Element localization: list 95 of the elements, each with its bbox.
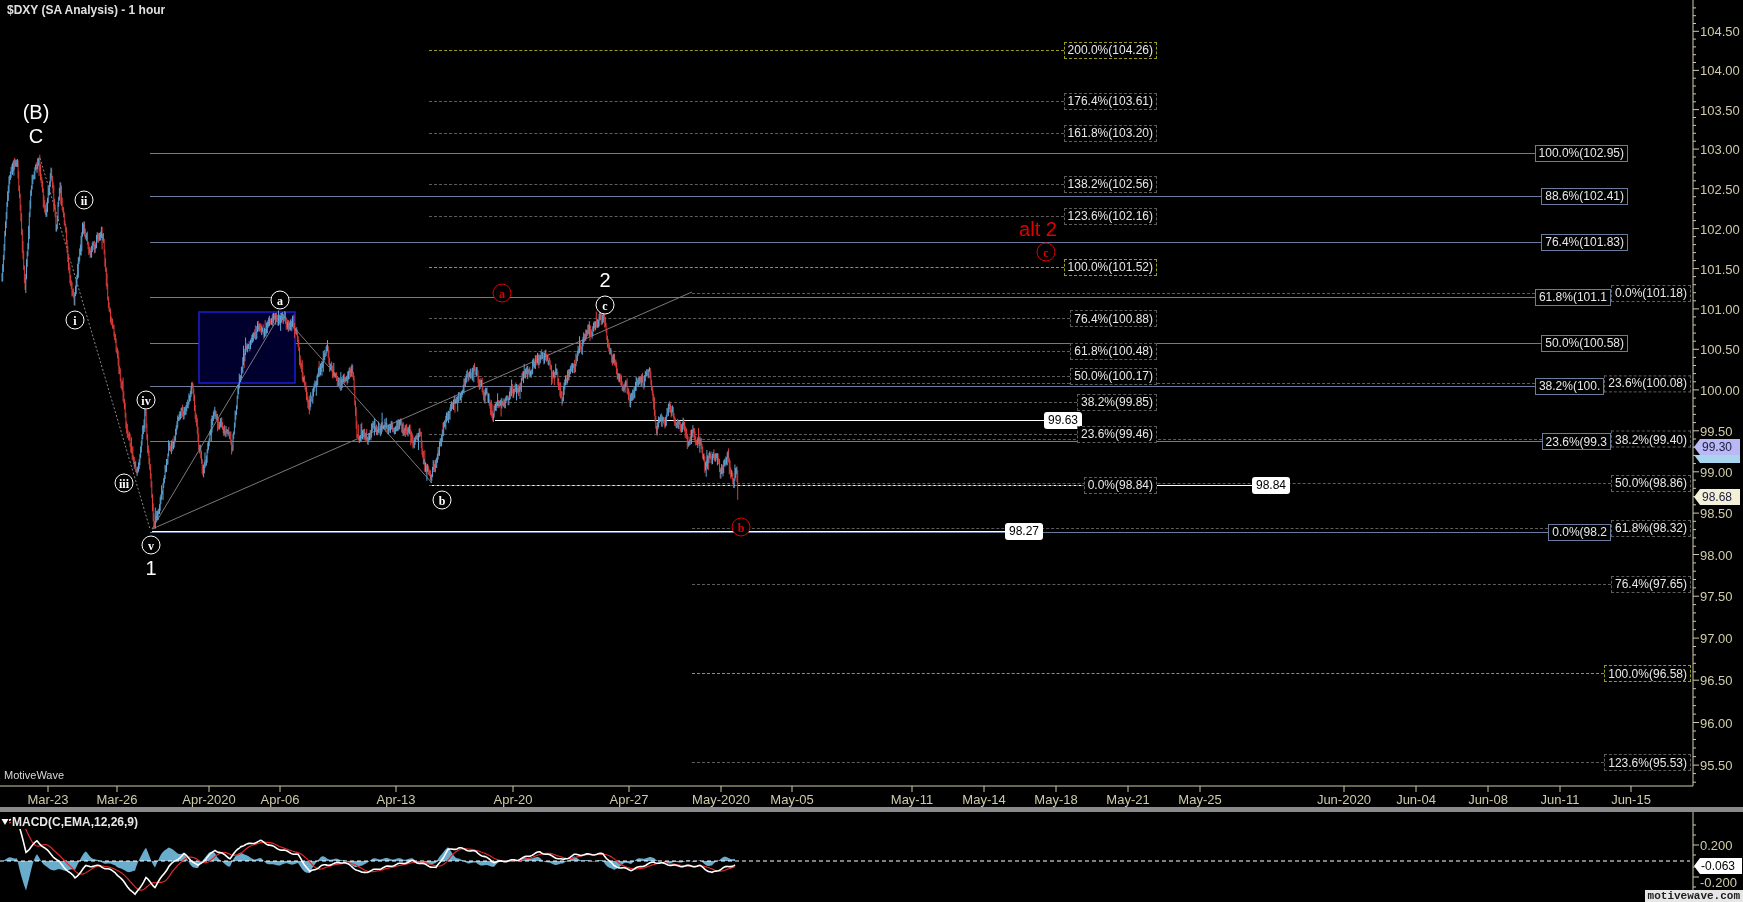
- price-axis-label: 104.00: [1700, 63, 1740, 77]
- fib-level-label: 38.2%(99.85): [1076, 393, 1157, 411]
- time-axis-label: Jun-08: [1468, 793, 1508, 806]
- wave-label: C: [28, 126, 44, 146]
- fib-level-label: 38.2%(99.40): [1610, 430, 1691, 448]
- wave-label: iii: [114, 473, 134, 493]
- fib-level-label: 200.0%(104.26): [1063, 41, 1157, 59]
- wave-label: 2: [599, 270, 611, 290]
- wave-label: c: [595, 295, 615, 315]
- time-axis-label: Jun-2020: [1316, 793, 1372, 806]
- price-axis-label: 100.50: [1700, 342, 1740, 356]
- brand-label: MotiveWave: [4, 770, 65, 781]
- wave-label: b: [432, 490, 452, 510]
- fib-level-label: 100.0%(102.95): [1534, 144, 1628, 162]
- time-axis-label: May-14: [962, 793, 1006, 806]
- time-axis-label: Jun-15: [1611, 793, 1651, 806]
- chart-title: $DXY (SA Analysis) - 1 hour: [7, 4, 166, 16]
- price-axis-label: 101.50: [1700, 262, 1740, 276]
- price-axis-label: 95.50: [1700, 758, 1733, 772]
- wave-label: c: [1036, 242, 1056, 262]
- wave-label: ii: [74, 190, 94, 210]
- time-axis-label: Apr-06: [260, 793, 300, 806]
- time-axis-label: Jun-11: [1540, 793, 1580, 806]
- price-level-label: 99.63: [1043, 411, 1082, 429]
- fib-level-label: 123.6%(95.53): [1604, 754, 1691, 771]
- fib-level-label: 50.0%(100.58): [1541, 334, 1628, 352]
- fib-level-label: 138.2%(102.56): [1063, 175, 1157, 193]
- time-axis-label: May-05: [770, 793, 814, 806]
- price-level-label: 98.84: [1251, 476, 1290, 494]
- wave-label: iv: [136, 390, 156, 410]
- time-axis-label: Mar-26: [96, 793, 138, 806]
- price-axis-label: 102.50: [1700, 182, 1740, 196]
- price-axis-label: 99.00: [1700, 465, 1733, 479]
- wave-label: a: [492, 283, 512, 303]
- fib-level-label: 50.0%(100.17): [1070, 367, 1157, 385]
- fib-level-label: 0.0%(98.2: [1548, 523, 1611, 541]
- price-axis-label: 96.50: [1700, 673, 1733, 687]
- price-axis-label: 101.00: [1700, 302, 1740, 316]
- fib-level-label: 0.0%(101.18): [1610, 284, 1691, 302]
- fib-level-label: 23.6%(99.3: [1541, 433, 1611, 450]
- wave-label: v: [141, 535, 161, 555]
- price-axis-label: 102.00: [1700, 222, 1740, 236]
- wave-label: b: [731, 517, 751, 537]
- time-axis-label: May-21: [1106, 793, 1150, 806]
- watermark-badge: motivewave.com: [1644, 890, 1743, 902]
- time-axis-label: Mar-23: [27, 793, 69, 806]
- time-axis-label: May-2020: [692, 793, 750, 806]
- price-tag: 99.30: [1694, 439, 1740, 455]
- time-axis-label: Apr-13: [376, 793, 416, 806]
- price-level-label: 98.27: [1004, 522, 1043, 540]
- price-axis-label: 97.50: [1700, 589, 1733, 603]
- macd-title: MACD(C,EMA,12,26,9): [11, 815, 140, 829]
- macd-axis-label: 0.200: [1700, 838, 1733, 852]
- fib-level-label: 88.6%(102.41): [1541, 187, 1628, 205]
- fib-level-label: 76.4%(97.65): [1610, 575, 1691, 593]
- fib-level-label: 61.8%(100.48): [1070, 342, 1157, 360]
- fib-level-label: 123.6%(102.16): [1063, 207, 1157, 225]
- fib-level-label: 100.0%(101.52): [1063, 258, 1157, 276]
- fib-level-label: 61.8%(101.1: [1534, 288, 1611, 306]
- price-axis-label: 98.00: [1700, 548, 1733, 561]
- fib-level-label: 176.4%(103.61): [1063, 92, 1157, 110]
- time-axis-label: May-11: [890, 793, 934, 806]
- wave-label: alt 2: [1019, 219, 1057, 239]
- price-axis-label: 103.00: [1700, 142, 1740, 156]
- time-axis-label: Jun-04: [1396, 793, 1436, 806]
- fib-level-label: 38.2%(100.: [1534, 377, 1605, 395]
- time-axis-label: May-18: [1034, 793, 1078, 806]
- price-axis-label: 103.50: [1700, 103, 1740, 117]
- fib-level-label: 50.0%(98.86): [1610, 474, 1691, 492]
- wave-label: a: [270, 290, 290, 310]
- fib-level-label: 76.4%(100.88): [1070, 310, 1157, 327]
- time-axis-label: May-25: [1178, 793, 1222, 806]
- macd-axis-label: -0.200: [1700, 875, 1737, 889]
- macd-value-tag: -0.063: [1694, 858, 1742, 874]
- price-axis-label: 96.00: [1700, 716, 1733, 729]
- wave-label: 1: [145, 558, 157, 578]
- fib-level-label: 61.8%(98.32): [1610, 519, 1691, 537]
- time-axis-label: Apr-2020: [182, 793, 236, 806]
- price-axis-label: 104.50: [1700, 24, 1740, 38]
- price-tag-icon: [1694, 455, 1740, 463]
- fib-level-label: 76.4%(101.83): [1541, 233, 1628, 251]
- wave-label: (B): [22, 102, 50, 122]
- fib-level-label: 100.0%(96.58): [1604, 665, 1691, 682]
- price-axis-label: 99.50: [1700, 424, 1733, 438]
- fib-level-label: 161.8%(103.20): [1063, 124, 1157, 142]
- fib-level-label: 23.6%(100.08): [1604, 374, 1691, 392]
- fib-level-label: 0.0%(98.84): [1083, 476, 1157, 494]
- time-axis-label: Apr-20: [493, 793, 533, 806]
- wave-label: i: [65, 310, 85, 330]
- price-axis-label: 97.00: [1700, 631, 1733, 645]
- time-axis-label: Apr-27: [609, 793, 649, 806]
- price-tag: 98.68: [1694, 489, 1740, 505]
- price-axis-label: 100.00: [1700, 383, 1740, 397]
- price-axis-label: 98.50: [1700, 506, 1733, 520]
- fib-level-label: 23.6%(99.46): [1076, 425, 1157, 443]
